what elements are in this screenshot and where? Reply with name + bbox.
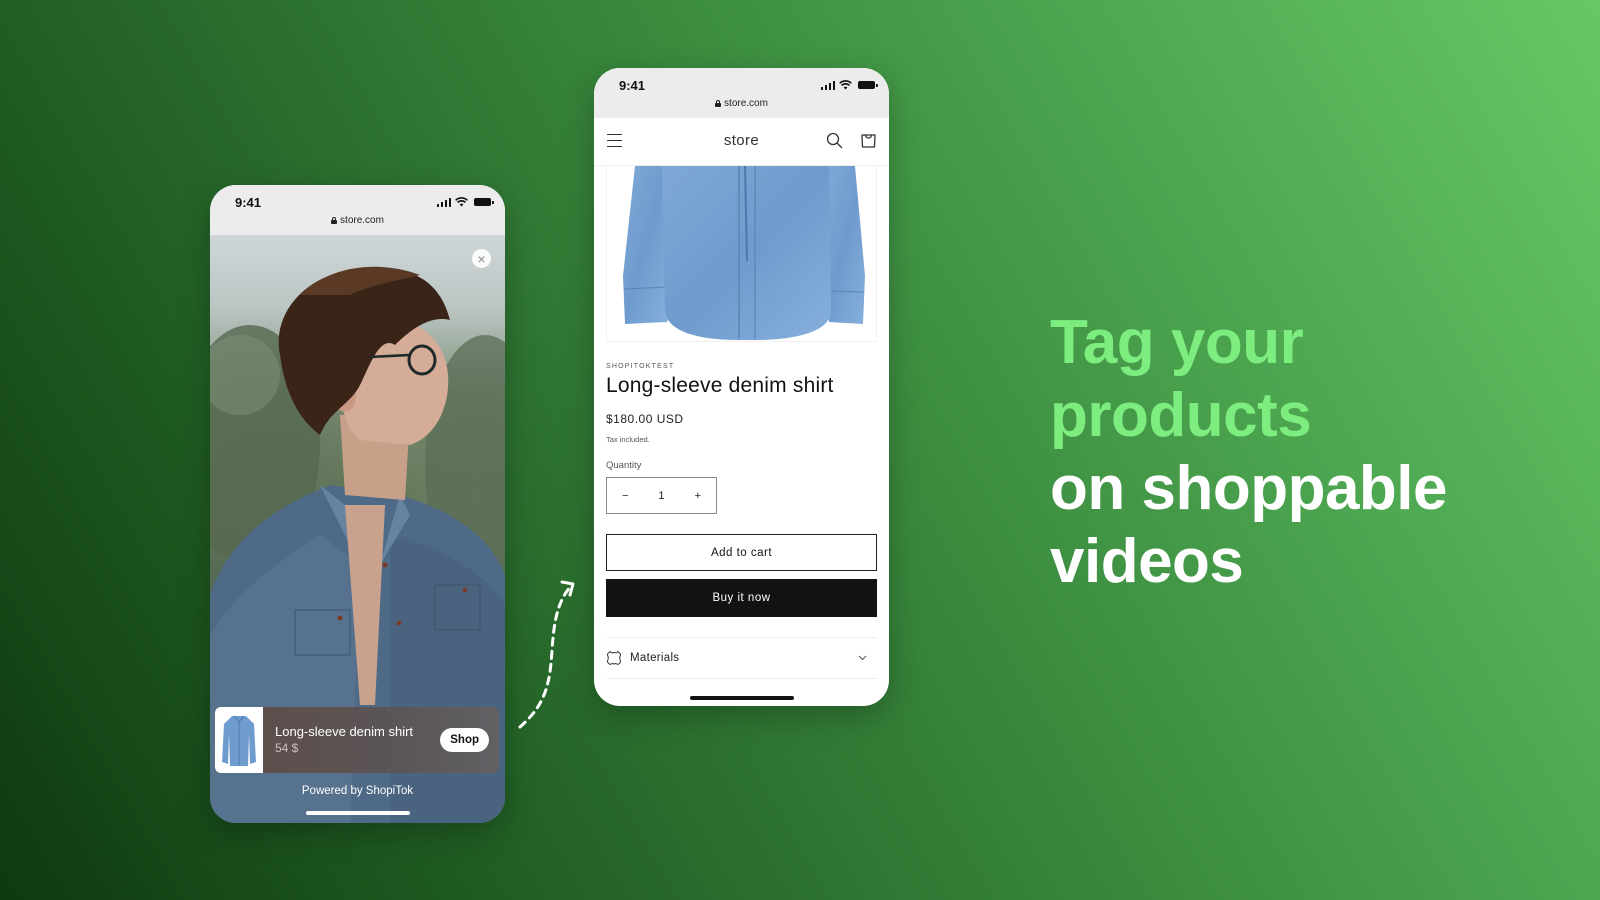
product-title: Long-sleeve denim shirt	[606, 374, 834, 397]
headline-line-1: Tag your	[1050, 308, 1304, 377]
signal-icon	[820, 80, 835, 90]
chevron-down-icon	[858, 655, 867, 661]
materials-accordion[interactable]: Materials	[606, 637, 877, 679]
status-time: 9:41	[619, 78, 646, 93]
signal-icon	[436, 197, 451, 207]
search-icon[interactable]	[826, 132, 843, 149]
battery-icon	[858, 81, 878, 89]
product-card-title: Long-sleeve denim shirt	[275, 724, 414, 739]
product-price: $180.00 USD	[606, 412, 684, 426]
materials-label: Materials	[630, 652, 680, 664]
store-header: store	[594, 118, 889, 166]
store-phone-mockup: 9:41 store.com store SHOPITOKTEST Long-s…	[594, 68, 889, 706]
add-to-cart-button[interactable]: Add to cart	[606, 534, 877, 571]
headline-line-2: products	[1050, 381, 1312, 450]
product-card-price: 54 $	[275, 741, 299, 755]
shop-button[interactable]: Shop	[440, 728, 489, 752]
quantity-stepper: − 1 +	[606, 477, 717, 514]
url-bar[interactable]: store.com	[594, 98, 889, 109]
home-indicator	[305, 811, 410, 815]
powered-by-text: Powered by ShopiTok	[301, 785, 414, 797]
headline-line-3: on shoppable	[1050, 454, 1448, 523]
wifi-icon	[455, 197, 468, 207]
lock-icon	[715, 100, 722, 107]
increment-button[interactable]: +	[683, 490, 713, 502]
wifi-icon	[839, 80, 852, 90]
lock-icon	[331, 217, 338, 224]
product-image[interactable]	[606, 166, 877, 342]
status-icons	[436, 197, 494, 207]
product-page: SHOPITOKTEST Long-sleeve denim shirt $18…	[606, 166, 877, 706]
tagged-product-card[interactable]: Long-sleeve denim shirt 54 $ Shop	[215, 707, 499, 773]
quantity-label: Quantity	[606, 460, 642, 471]
denim-shirt-thumbnail-image	[222, 715, 256, 766]
home-indicator	[689, 696, 794, 700]
denim-shirt-product-image	[623, 166, 865, 341]
status-bar: 9:41 store.com	[210, 185, 505, 235]
close-video-button[interactable]: ×	[472, 249, 491, 268]
decrement-button[interactable]: −	[610, 490, 640, 502]
buy-it-now-button[interactable]: Buy it now	[606, 579, 877, 617]
url-text: store.com	[340, 215, 384, 226]
headline: Tag your products on shoppable videos	[1050, 306, 1448, 598]
status-time: 9:41	[235, 195, 262, 210]
product-thumbnail	[215, 707, 263, 773]
close-icon: ×	[477, 250, 486, 267]
video-player[interactable]: × Long-sleeve denim shirt 54 $ Shop Powe…	[210, 235, 505, 823]
leather-icon	[606, 650, 622, 666]
dashed-arrow-icon	[518, 580, 575, 729]
status-icons	[820, 80, 878, 90]
product-card-info: Long-sleeve denim shirt 54 $	[263, 724, 440, 756]
product-vendor: SHOPITOKTEST	[606, 363, 675, 370]
url-bar[interactable]: store.com	[210, 215, 505, 226]
battery-icon	[474, 198, 494, 206]
quantity-input[interactable]: 1	[646, 490, 676, 502]
url-text: store.com	[724, 98, 768, 109]
cart-icon[interactable]	[860, 131, 877, 149]
status-bar: 9:41 store.com	[594, 68, 889, 118]
video-phone-mockup: 9:41 store.com × Long-sleeve denim shirt…	[210, 185, 505, 823]
tax-note: Tax included.	[606, 435, 650, 444]
store-logo[interactable]: store	[594, 132, 889, 149]
headline-line-4: videos	[1050, 527, 1244, 596]
